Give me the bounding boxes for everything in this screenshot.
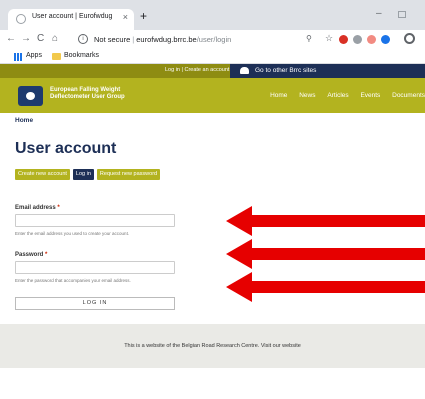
- extension-pink-icon[interactable]: [367, 35, 376, 44]
- nav-item-documents[interactable]: Documents: [392, 92, 425, 99]
- apps-grid-icon[interactable]: [14, 53, 22, 61]
- email-field[interactable]: [15, 214, 175, 227]
- page-title: User account: [15, 140, 117, 157]
- footer-text[interactable]: This is a website of the Belgian Road Re…: [0, 343, 425, 349]
- red-arrow-annotation: [226, 206, 425, 236]
- red-arrow-annotation: [226, 239, 425, 269]
- site-top-strip: Log in | Create an account Go to other B…: [0, 64, 425, 78]
- browser-tab[interactable]: User account | Eurofwdug ×: [8, 9, 134, 30]
- browser-tab-title: User account | Eurofwdug: [32, 13, 113, 20]
- breadcrumb[interactable]: Home: [15, 117, 33, 124]
- home-icon[interactable]: ⌂: [52, 33, 58, 45]
- window-minimize-button[interactable]: –: [376, 8, 382, 19]
- extension-red-icon[interactable]: [339, 35, 348, 44]
- nav-item-home[interactable]: Home: [270, 92, 287, 99]
- log-in-button[interactable]: LOG IN: [15, 297, 175, 310]
- email-label: Email address *: [15, 205, 60, 211]
- nav-item-events[interactable]: Events: [360, 92, 380, 99]
- password-field[interactable]: [15, 261, 175, 274]
- other-sites-bar[interactable]: Go to other Brrc sites: [230, 64, 425, 78]
- bookmark-star-icon[interactable]: ☆: [325, 33, 333, 44]
- red-arrow-annotation: [226, 272, 425, 302]
- password-help: Enter the password that accompanies your…: [15, 278, 131, 283]
- tab-log-in[interactable]: Log in: [72, 169, 94, 180]
- window-maximize-button[interactable]: [398, 11, 406, 18]
- loading-favicon-icon: [16, 14, 26, 24]
- other-sites-link[interactable]: Go to other Brrc sites: [255, 67, 316, 74]
- email-help: Enter the email address you used to crea…: [15, 231, 130, 236]
- nav-item-news[interactable]: News: [299, 92, 315, 99]
- apps-bookmark[interactable]: Apps: [26, 52, 42, 59]
- info-icon[interactable]: i: [78, 34, 88, 44]
- new-tab-button[interactable]: +: [140, 10, 147, 22]
- forward-arrow-icon[interactable]: →: [21, 33, 31, 45]
- site-header: European Falling Weight Deflectometer Us…: [0, 78, 425, 113]
- bookmarks-bar: Apps Bookmarks: [0, 50, 425, 64]
- address-text: Not secure | eurofwdug.brrc.be/user/login: [94, 35, 232, 44]
- password-label: Password *: [15, 252, 47, 258]
- profile-avatar-icon[interactable]: [404, 33, 415, 44]
- org-name[interactable]: European Falling Weight Deflectometer Us…: [50, 87, 160, 101]
- address-bar[interactable]: i Not secure | eurofwdug.brrc.be/user/logi…: [74, 32, 359, 48]
- browser-toolbar: ← → C ⌂ i Not secure | eurofwdug.brrc.be/u…: [0, 30, 425, 50]
- car-icon: [240, 67, 249, 74]
- login-links[interactable]: Log in | Create an account: [165, 67, 229, 73]
- bookmarks-folder[interactable]: Bookmarks: [64, 52, 99, 59]
- account-tabs: Create new account Log in Request new pass…: [15, 169, 163, 180]
- zoom-icon[interactable]: ⚲: [306, 34, 312, 43]
- email-label-text: Email address: [15, 205, 56, 211]
- extension-grey-icon[interactable]: [353, 35, 362, 44]
- security-label: Not secure: [94, 35, 131, 44]
- site-logo[interactable]: [18, 86, 43, 106]
- browser-tab-strip: User account | Eurofwdug × + –: [0, 0, 425, 30]
- tab-close-icon[interactable]: ×: [123, 12, 128, 22]
- address-path: /user/login: [196, 35, 232, 44]
- folder-icon: [52, 53, 61, 60]
- extension-blue-icon[interactable]: [381, 35, 390, 44]
- reload-icon[interactable]: C: [37, 33, 44, 45]
- address-host: eurofwdug.brrc.be: [136, 35, 197, 44]
- required-marker: *: [57, 205, 60, 211]
- tab-request-password[interactable]: Request new password: [96, 169, 161, 180]
- required-marker: *: [45, 252, 48, 258]
- main-nav: Home News Articles Events Documents: [260, 92, 425, 99]
- nav-item-articles[interactable]: Articles: [327, 92, 348, 99]
- back-arrow-icon[interactable]: ←: [6, 33, 16, 45]
- password-label-text: Password: [15, 252, 44, 258]
- logo-eye-icon: [26, 92, 35, 100]
- tab-create-account[interactable]: Create new account: [15, 169, 70, 180]
- site-footer: This is a website of the Belgian Road Re…: [0, 324, 425, 368]
